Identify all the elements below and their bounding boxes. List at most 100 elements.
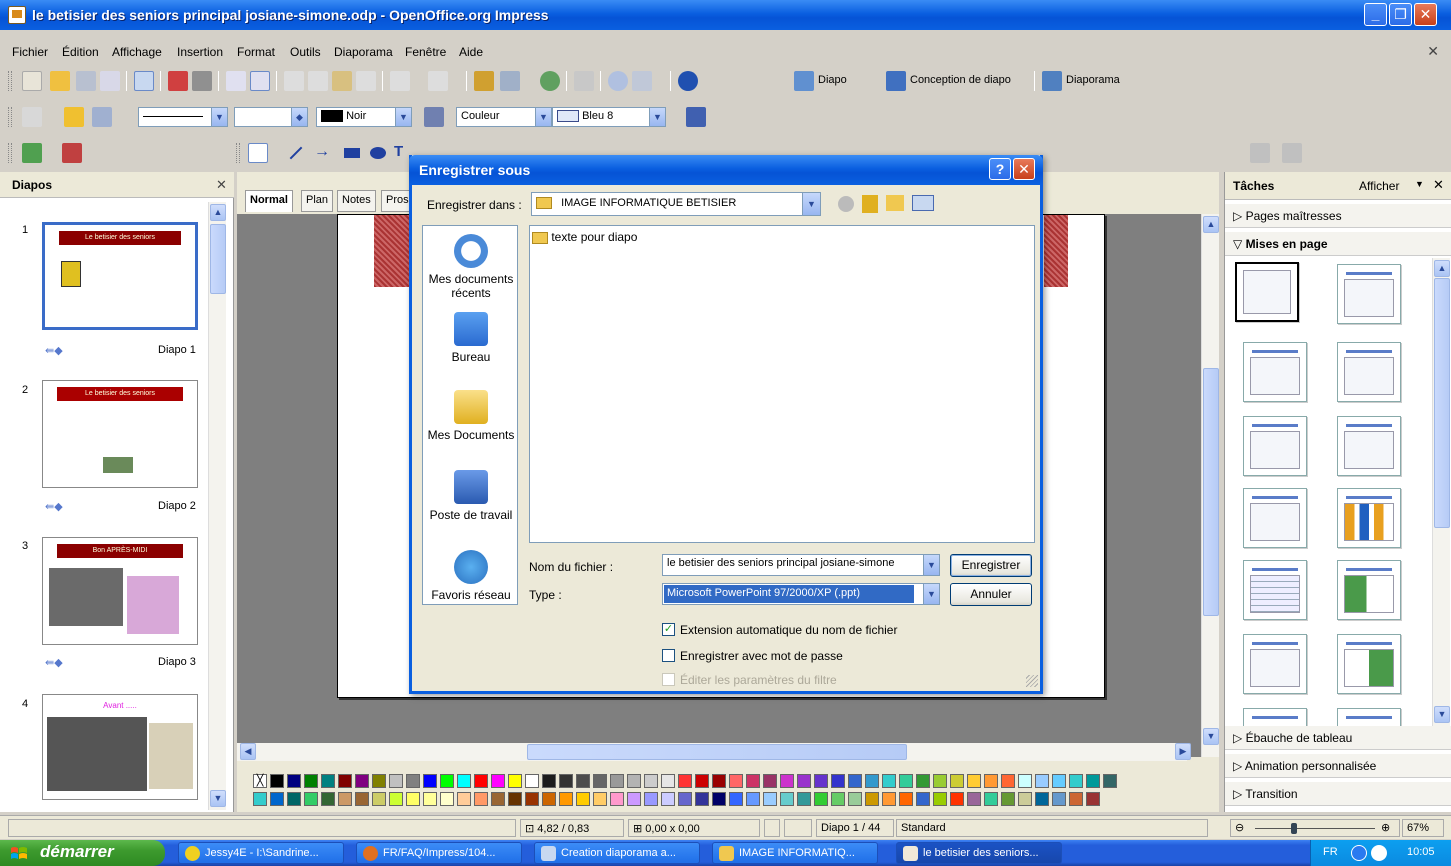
menu-fichier[interactable]: Fichier	[12, 45, 48, 59]
scroll-thumb[interactable]	[210, 224, 226, 294]
color-swatch[interactable]	[967, 774, 981, 788]
color-swatch[interactable]	[831, 774, 845, 788]
menu-diaporama[interactable]: Diaporama	[334, 45, 393, 59]
color-swatch[interactable]	[508, 774, 522, 788]
color-swatch[interactable]	[423, 774, 437, 788]
color-swatch[interactable]	[457, 792, 471, 806]
layout-title-slide[interactable]	[1243, 416, 1307, 476]
color-swatch[interactable]	[661, 792, 675, 806]
extrusion-icon[interactable]	[1250, 143, 1270, 163]
save-in-select[interactable]: IMAGE INFORMATIQUE BETISIER ▼	[531, 192, 821, 216]
layout-centered-text[interactable]	[1337, 416, 1401, 476]
color-swatch[interactable]	[763, 774, 777, 788]
restore-button[interactable]: ❐	[1389, 3, 1412, 26]
zoom-icon[interactable]	[632, 71, 652, 91]
section-transition[interactable]: ▷ Transition	[1225, 782, 1451, 806]
color-swatch[interactable]	[967, 792, 981, 806]
help-icon[interactable]	[678, 71, 698, 91]
color-palette[interactable]: ╳	[253, 772, 1193, 808]
clock[interactable]: 10:05	[1407, 846, 1435, 858]
zoom-out-icon[interactable]: ⊖	[1235, 821, 1244, 834]
color-swatch[interactable]	[542, 774, 556, 788]
taskbar-item-creation-diaporama[interactable]: Creation diaporama a...	[534, 842, 700, 864]
color-swatch[interactable]	[338, 774, 352, 788]
color-swatch[interactable]	[576, 774, 590, 788]
toolbar-grip[interactable]	[8, 143, 12, 163]
auto-extension-checkbox[interactable]: ✓	[662, 623, 675, 636]
area-style-select[interactable]: Couleur ▼	[456, 107, 552, 127]
spellcheck-icon[interactable]	[226, 71, 246, 91]
color-swatch[interactable]	[304, 774, 318, 788]
rectangle-tool-icon[interactable]	[342, 143, 362, 163]
place-recent-documents[interactable]: Mes documents récents	[423, 234, 519, 300]
color-swatch[interactable]	[831, 792, 845, 806]
place-mes-documents[interactable]: Mes Documents	[423, 390, 519, 442]
menu-edition[interactable]: Édition	[62, 45, 99, 59]
color-swatch[interactable]	[1086, 774, 1100, 788]
color-swatch[interactable]	[610, 774, 624, 788]
toolbar-grip[interactable]	[8, 107, 12, 127]
auto-spellcheck-icon[interactable]	[250, 71, 270, 91]
color-swatch[interactable]	[1052, 792, 1066, 806]
chevron-down-icon[interactable]: ▼	[1415, 179, 1424, 189]
color-swatch[interactable]	[644, 792, 658, 806]
scroll-thumb[interactable]	[527, 744, 907, 760]
color-swatch[interactable]	[950, 792, 964, 806]
color-swatch[interactable]	[576, 792, 590, 806]
print-icon[interactable]	[192, 71, 212, 91]
color-swatch[interactable]	[525, 774, 539, 788]
filename-input[interactable]: le betisier des seniors principal josian…	[662, 554, 940, 576]
menu-aide[interactable]: Aide	[459, 45, 483, 59]
layout-more-2[interactable]	[1337, 708, 1401, 726]
color-swatch[interactable]	[406, 774, 420, 788]
color-swatch[interactable]	[270, 792, 284, 806]
color-swatch[interactable]	[695, 792, 709, 806]
place-bureau[interactable]: Bureau	[423, 312, 519, 364]
color-swatch[interactable]	[508, 792, 522, 806]
hide-slide-icon[interactable]	[62, 143, 82, 163]
slide-show-icon[interactable]	[22, 143, 42, 163]
color-swatch[interactable]	[916, 774, 930, 788]
color-swatch[interactable]	[1103, 774, 1117, 788]
layout-more-1[interactable]	[1243, 708, 1307, 726]
effects-icon[interactable]	[1282, 143, 1302, 163]
ellipse-tool-icon[interactable]	[368, 143, 388, 163]
color-swatch[interactable]	[644, 774, 658, 788]
language-indicator[interactable]: FR	[1323, 846, 1338, 858]
line-icon[interactable]	[64, 107, 84, 127]
color-swatch[interactable]	[729, 774, 743, 788]
email-icon[interactable]	[100, 71, 120, 91]
canvas-horizontal-scrollbar[interactable]: ◀ ▶	[237, 743, 1191, 761]
color-swatch[interactable]	[712, 792, 726, 806]
undo-icon[interactable]	[390, 71, 410, 91]
network-icon[interactable]	[1351, 845, 1367, 861]
menu-outils[interactable]: Outils	[290, 45, 321, 59]
color-swatch[interactable]	[491, 792, 505, 806]
taskbar-item-folder[interactable]: IMAGE INFORMATIQ...	[712, 842, 878, 864]
color-swatch[interactable]	[389, 792, 403, 806]
grid-icon[interactable]	[574, 71, 594, 91]
navigator-icon[interactable]	[540, 71, 560, 91]
color-swatch[interactable]	[814, 792, 828, 806]
scroll-down-icon[interactable]: ▼	[1434, 706, 1450, 723]
select-arrow-icon[interactable]	[248, 143, 268, 163]
color-swatch[interactable]	[882, 774, 896, 788]
zoom-slider-thumb[interactable]	[1291, 823, 1297, 834]
color-swatch[interactable]	[253, 792, 267, 806]
diaporama-button[interactable]: Diaporama	[1066, 74, 1120, 86]
color-swatch[interactable]	[1069, 792, 1083, 806]
color-swatch[interactable]	[287, 792, 301, 806]
layout-title-chart[interactable]	[1337, 488, 1401, 548]
color-swatch[interactable]	[593, 774, 607, 788]
list-item[interactable]: texte pour diapo	[532, 230, 637, 244]
color-swatch[interactable]	[865, 774, 879, 788]
color-swatch[interactable]	[1052, 774, 1066, 788]
no-fill-swatch[interactable]: ╳	[253, 774, 267, 788]
place-favoris-reseau[interactable]: Favoris réseau	[423, 550, 519, 602]
color-swatch[interactable]	[627, 774, 641, 788]
zoom-level[interactable]: 67%	[1402, 819, 1444, 837]
color-swatch[interactable]	[355, 792, 369, 806]
scroll-down-icon[interactable]: ▼	[1203, 728, 1219, 745]
color-swatch[interactable]	[695, 774, 709, 788]
color-swatch[interactable]	[559, 792, 573, 806]
